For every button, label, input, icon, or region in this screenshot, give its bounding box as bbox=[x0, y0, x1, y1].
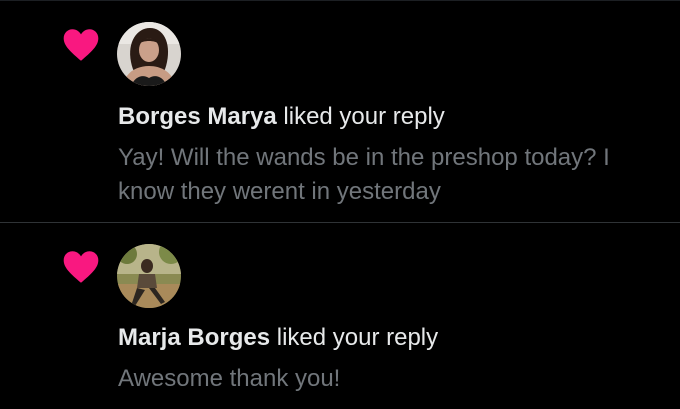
heart-icon bbox=[63, 251, 99, 283]
notification-headline: Marja Borges liked your reply bbox=[118, 321, 438, 355]
notification-item[interactable]: Borges Marya liked your reply Yay! Will … bbox=[0, 1, 680, 222]
user-name[interactable]: Borges Marya bbox=[118, 103, 277, 130]
action-text: liked your reply bbox=[283, 103, 445, 130]
heart-icon bbox=[63, 29, 99, 61]
reply-preview[interactable]: Yay! Will the wands be in the preshop to… bbox=[118, 141, 658, 209]
avatar[interactable] bbox=[117, 244, 181, 308]
user-name[interactable]: Marja Borges bbox=[118, 324, 270, 351]
notification-headline: Borges Marya liked your reply bbox=[118, 100, 445, 134]
avatar[interactable] bbox=[117, 22, 181, 86]
notification-item[interactable]: Marja Borges liked your reply Awesome th… bbox=[0, 223, 680, 409]
reply-preview[interactable]: Awesome thank you! bbox=[118, 362, 658, 396]
notifications-feed: Borges Marya liked your reply Yay! Will … bbox=[0, 0, 680, 409]
action-text: liked your reply bbox=[276, 324, 439, 351]
